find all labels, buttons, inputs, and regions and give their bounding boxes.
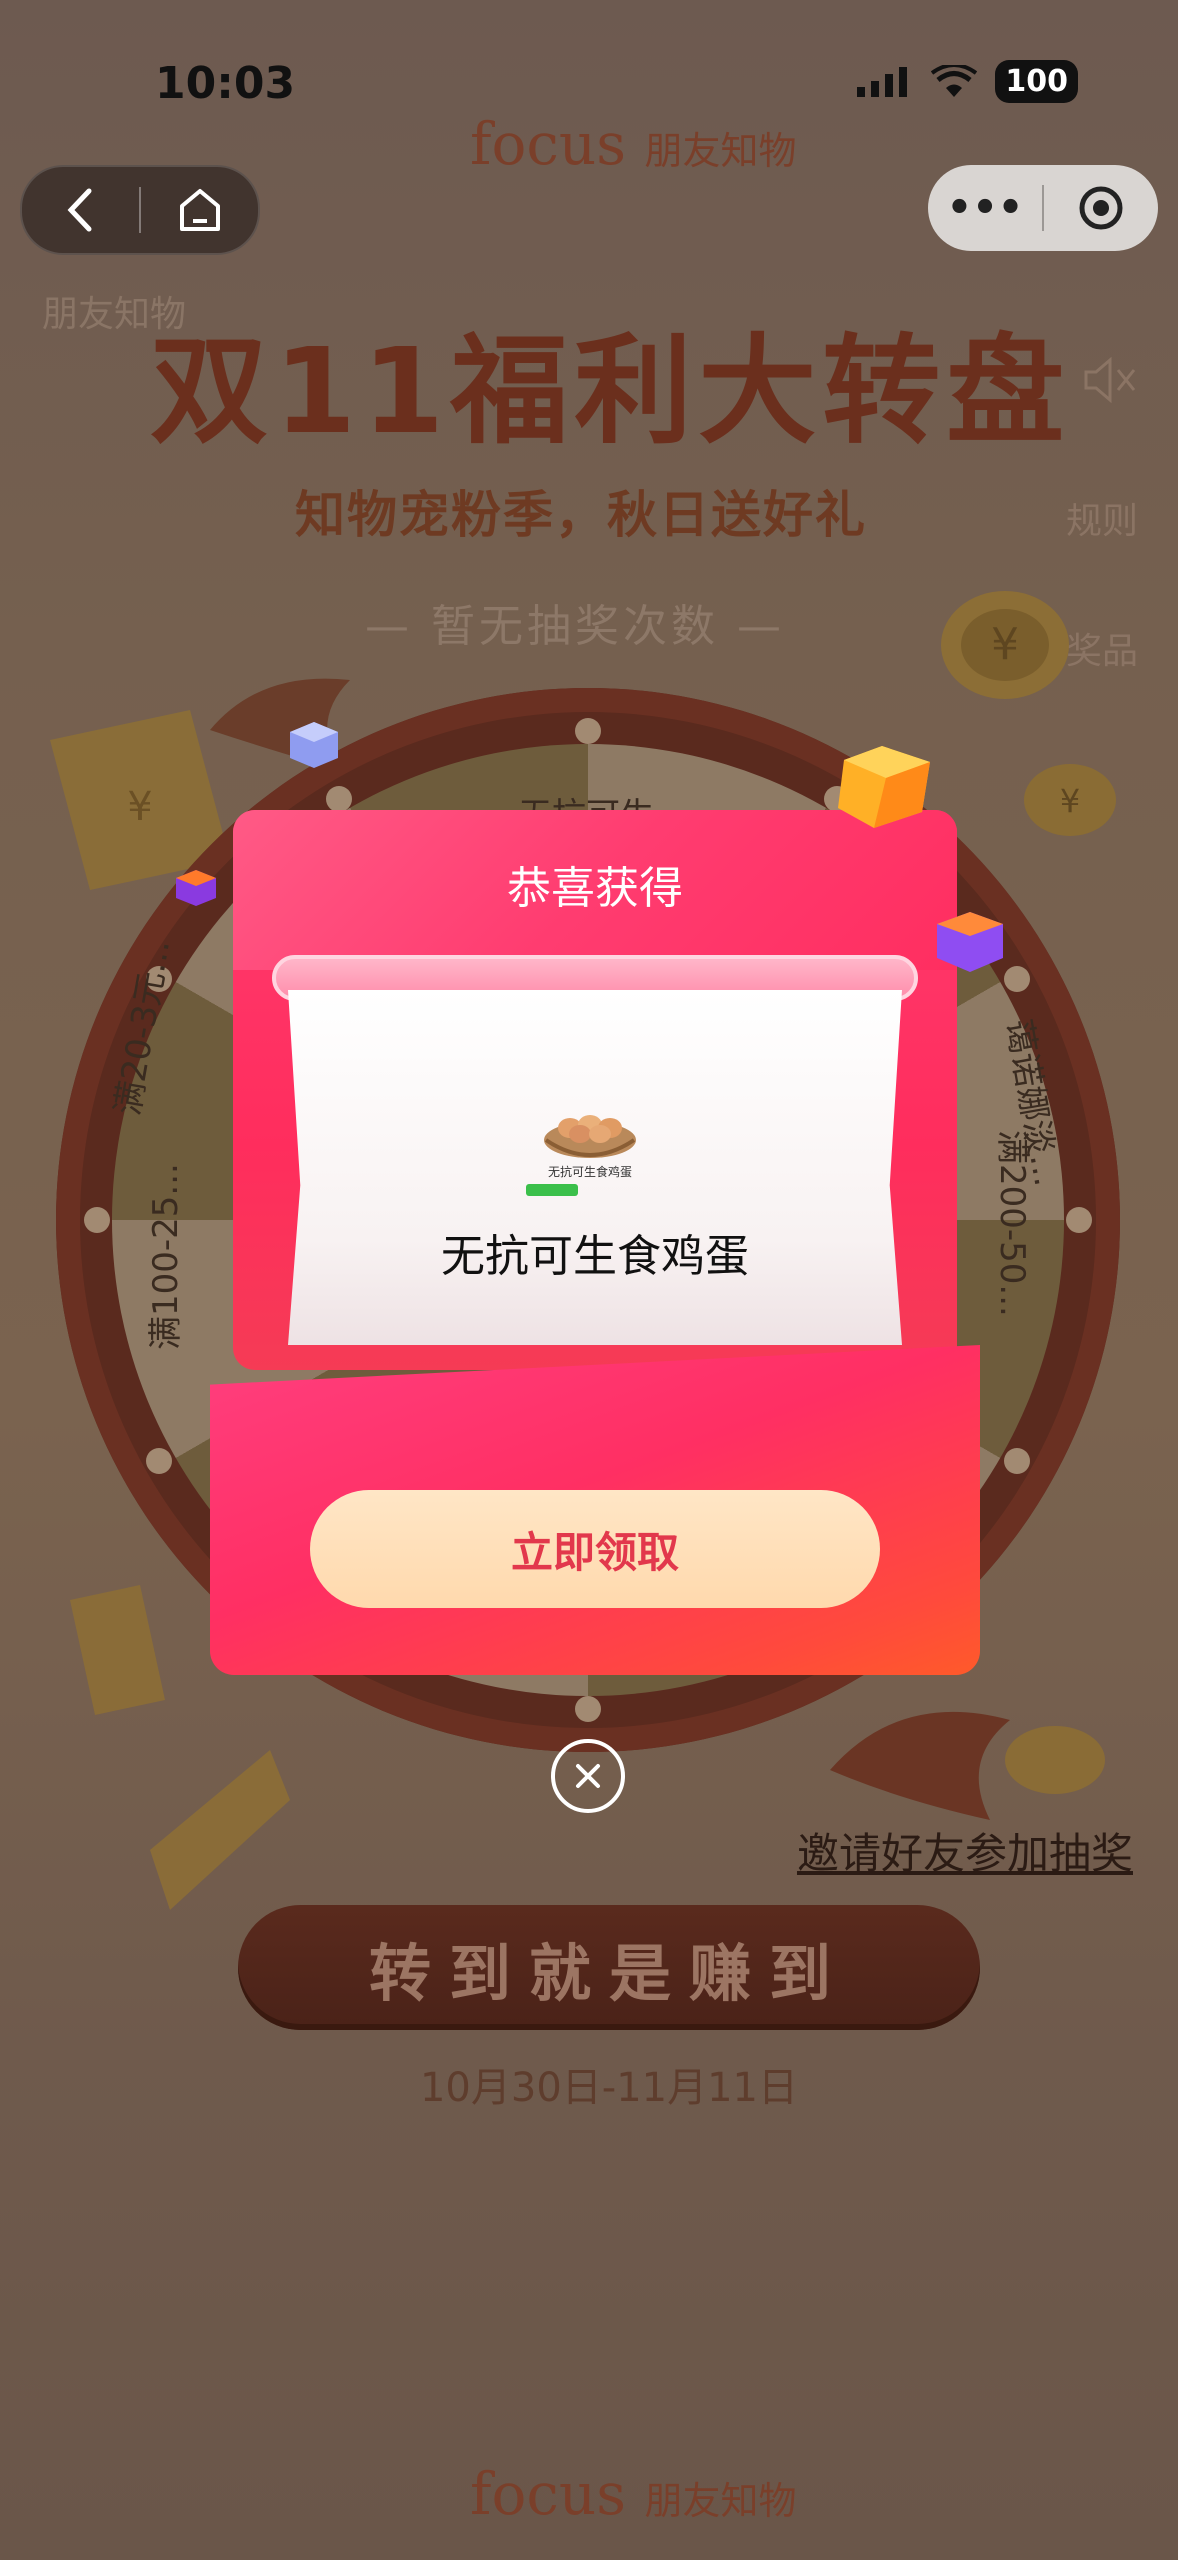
svg-text:¥: ¥ xyxy=(127,784,152,830)
cube-icon xyxy=(937,912,1003,972)
prize-name: 无抗可生食鸡蛋 xyxy=(441,1231,749,1282)
coin-icon xyxy=(1005,1726,1105,1794)
cube-icon xyxy=(290,722,338,768)
ticket-icon xyxy=(150,1750,290,1910)
egg-basket-image xyxy=(544,1115,636,1158)
brand-logo-text: focus xyxy=(470,2460,626,2528)
home-button[interactable] xyxy=(141,167,258,253)
chevron-left-icon xyxy=(67,188,91,232)
wheel-bulb xyxy=(146,1448,172,1474)
miniprogram-capsule: ••• xyxy=(928,165,1158,251)
prize-thumb-caption: 无抗可生食鸡蛋 xyxy=(547,1165,632,1179)
page-subtitle: 知物宠粉季，秋日送好礼 xyxy=(295,486,867,544)
wheel-bulb xyxy=(1004,966,1030,992)
coin-icon: ¥ xyxy=(941,591,1069,699)
wheel-bulb xyxy=(326,786,352,812)
wheel-bulb xyxy=(575,718,601,744)
wheel-label: 满100-25... xyxy=(146,1163,186,1350)
cube-icon xyxy=(838,746,930,828)
signal-icon xyxy=(857,66,908,97)
page-title: 双11福利大转盘 xyxy=(150,322,1071,460)
brand-logo-top: focus 朋友知物 xyxy=(470,110,796,178)
more-button[interactable]: ••• xyxy=(928,185,1042,231)
svg-text:¥: ¥ xyxy=(1060,782,1080,820)
sound-off-icon[interactable] xyxy=(1082,355,1138,405)
coin-icon: ¥ xyxy=(1024,764,1116,836)
ticket-icon xyxy=(70,1585,165,1715)
close-button[interactable] xyxy=(551,1739,625,1813)
wheel-bulb xyxy=(1004,1448,1030,1474)
rules-link[interactable]: 规则 xyxy=(1066,492,1138,544)
lottery-chances: — 暂无抽奖次数 — xyxy=(365,601,785,652)
svg-text:¥: ¥ xyxy=(991,619,1019,670)
brand-logo-bottom: focus 朋友知物 xyxy=(470,2460,796,2528)
claim-button[interactable]: 立即领取 xyxy=(310,1490,880,1608)
prize-thumb-badge xyxy=(526,1184,578,1196)
invite-friends-link[interactable]: 邀请好友参加抽奖 xyxy=(797,1820,1133,1881)
status-time: 10:03 xyxy=(155,58,296,109)
wheel-bulb xyxy=(84,1207,110,1233)
prizes-link[interactable]: 奖品 xyxy=(1066,622,1138,674)
brand-name: 朋友知物 xyxy=(644,129,797,173)
battery-indicator: 100 xyxy=(995,60,1078,103)
status-icons: 100 xyxy=(855,60,1078,103)
exit-button[interactable] xyxy=(1044,184,1158,232)
popup-title: 恭喜获得 xyxy=(507,863,683,914)
brand-name: 朋友知物 xyxy=(644,2479,797,2523)
cube-icon xyxy=(176,870,216,906)
brand-logo-text: focus xyxy=(470,110,626,178)
nav-pill xyxy=(20,165,260,255)
back-button[interactable] xyxy=(22,167,139,253)
spin-button[interactable]: 转到就是赚到 xyxy=(238,1905,980,2030)
event-dates: 10月30日-11月11日 xyxy=(419,2065,799,2111)
wheel-bulb xyxy=(575,1696,601,1722)
home-icon xyxy=(179,189,220,231)
wifi-icon xyxy=(931,64,978,97)
target-icon xyxy=(1079,186,1123,230)
close-circle-icon xyxy=(576,1764,600,1788)
leaf-icon xyxy=(830,1711,1010,1820)
